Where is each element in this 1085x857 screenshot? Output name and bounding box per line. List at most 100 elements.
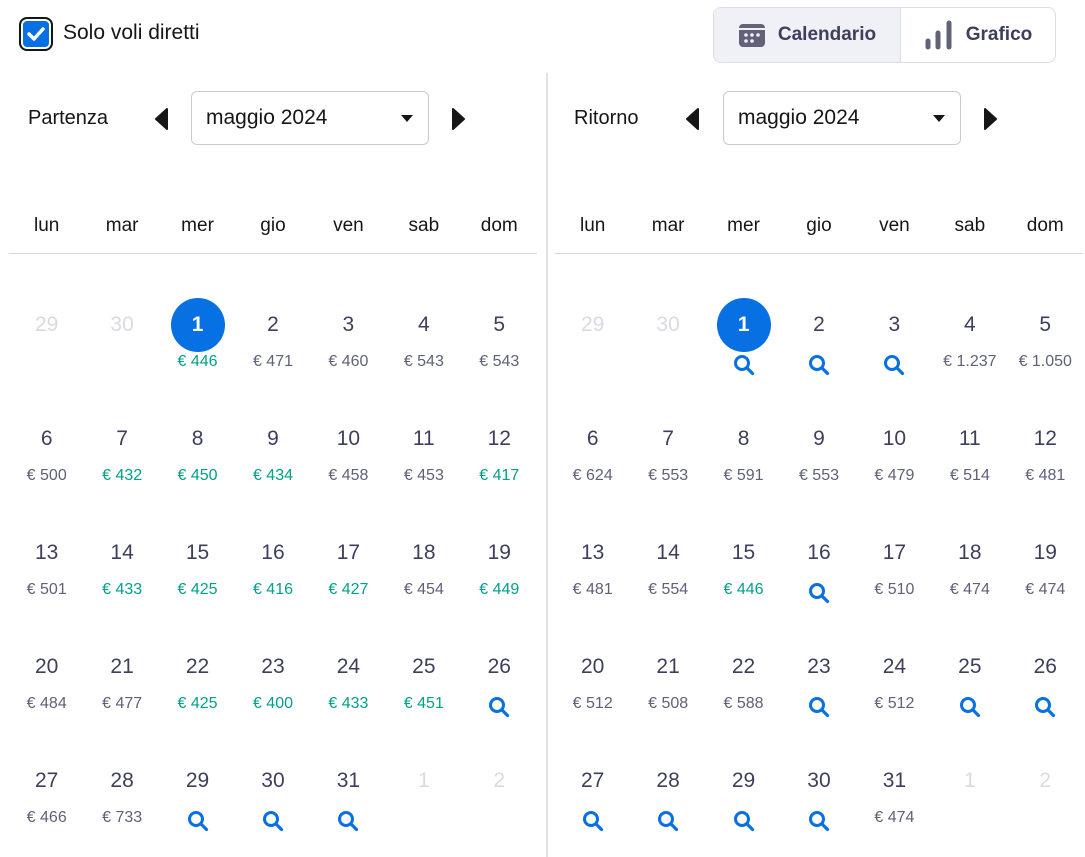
calendar-day-cell[interactable]: 12 € 417 — [462, 412, 537, 512]
calendar-day-cell[interactable]: 13 € 481 — [555, 526, 630, 626]
calendar-day-cell[interactable]: 20 € 484 — [9, 640, 84, 740]
calendar-day-cell[interactable]: 1 — [706, 298, 781, 398]
day-number: 16 — [261, 541, 285, 564]
search-icon[interactable] — [657, 810, 679, 832]
day-number: 25 — [958, 655, 982, 678]
calendar-day-cell[interactable]: 28 — [630, 754, 705, 854]
search-icon[interactable] — [808, 354, 830, 376]
selected-day-number: 1 — [170, 298, 225, 352]
calendar-day-cell[interactable]: 18 € 454 — [386, 526, 461, 626]
search-icon[interactable] — [262, 810, 284, 832]
calendar-day-cell[interactable]: 7 € 432 — [84, 412, 159, 512]
search-icon[interactable] — [488, 696, 510, 718]
day-number: 30 — [807, 769, 831, 792]
calendar-day-cell[interactable]: 2 € 471 — [235, 298, 310, 398]
calendar-day-cell[interactable]: 11 € 453 — [386, 412, 461, 512]
search-icon[interactable] — [883, 354, 905, 376]
calendar-day-cell[interactable]: 30 — [235, 754, 310, 854]
calendar-day-cell[interactable]: 23 € 400 — [235, 640, 310, 740]
calendar-day-cell[interactable]: 15 € 446 — [706, 526, 781, 626]
calendar-day-cell[interactable]: 8 € 450 — [160, 412, 235, 512]
calendar-day-cell[interactable]: 18 € 474 — [932, 526, 1007, 626]
calendar-day-cell[interactable]: 27 € 466 — [9, 754, 84, 854]
calendar-day-cell[interactable]: 6 € 500 — [9, 412, 84, 512]
calendar-view-button[interactable]: Calendario — [714, 8, 901, 62]
cheap-price: € 449 — [479, 581, 520, 598]
search-icon[interactable] — [337, 810, 359, 832]
calendar-day-cell[interactable]: 26 — [1008, 640, 1083, 740]
calendar-day-cell[interactable]: 17 € 427 — [311, 526, 386, 626]
calendar-day-cell[interactable]: 26 — [462, 640, 537, 740]
calendar-day-cell[interactable]: 7 € 553 — [630, 412, 705, 512]
calendar-day-cell[interactable]: 5 € 1.050 — [1008, 298, 1083, 398]
day-number: 5 — [1039, 313, 1052, 336]
search-icon[interactable] — [733, 354, 755, 376]
direct-flights-checkbox[interactable] — [19, 17, 53, 51]
calendar-day-cell[interactable]: 29 — [706, 754, 781, 854]
calendar-day-cell[interactable]: 10 € 458 — [311, 412, 386, 512]
next-month-arrow-icon[interactable] — [983, 108, 999, 130]
chart-view-button[interactable]: Grafico — [901, 8, 1055, 62]
search-icon[interactable] — [187, 810, 209, 832]
calendar-day-cell[interactable]: 16 € 416 — [235, 526, 310, 626]
weekday-header: mar — [651, 215, 685, 236]
calendar-day-cell[interactable]: 4 € 1.237 — [932, 298, 1007, 398]
direct-flights-label[interactable]: Solo voli diretti — [63, 21, 200, 45]
calendar-day-cell[interactable]: 12 € 481 — [1008, 412, 1083, 512]
calendar-day-cell[interactable]: 9 € 434 — [235, 412, 310, 512]
search-icon[interactable] — [1034, 696, 1056, 718]
calendar-day-cell[interactable]: 30 — [781, 754, 856, 854]
calendar-day-cell[interactable]: 5 € 543 — [462, 298, 537, 398]
prev-month-arrow-icon[interactable] — [684, 108, 700, 130]
day-number: 13 — [35, 541, 59, 564]
day-number: 22 — [185, 655, 210, 678]
calendar-day-cell[interactable]: 2 — [781, 298, 856, 398]
calendar-day-cell[interactable]: 19 € 449 — [462, 526, 537, 626]
calendar-day-cell[interactable]: 14 € 554 — [630, 526, 705, 626]
calendar-day-cell[interactable]: 27 — [555, 754, 630, 854]
calendar-day-cell[interactable]: 23 — [781, 640, 856, 740]
day-number: 31 — [882, 769, 907, 792]
return-month-select[interactable]: maggio 2024 — [723, 91, 961, 145]
calendar-day-cell[interactable]: 10 € 479 — [857, 412, 932, 512]
calendar-day-cell[interactable]: 3 — [857, 298, 932, 398]
calendar-day-cell[interactable]: 15 € 425 — [160, 526, 235, 626]
calendar-day-cell[interactable]: 31 € 474 — [857, 754, 932, 854]
weekday-header: dom — [480, 215, 518, 236]
calendar-day-cell[interactable]: 3 € 460 — [311, 298, 386, 398]
calendar-day-cell[interactable]: 21 € 508 — [630, 640, 705, 740]
search-icon[interactable] — [733, 810, 755, 832]
calendar-day-cell[interactable]: 4 € 543 — [386, 298, 461, 398]
calendar-day-cell[interactable]: 14 € 433 — [84, 526, 159, 626]
calendar-day-cell[interactable]: 24 € 433 — [311, 640, 386, 740]
calendar-day-cell[interactable]: 31 — [311, 754, 386, 854]
search-icon[interactable] — [959, 696, 981, 718]
calendar-day-cell[interactable]: 22 € 588 — [706, 640, 781, 740]
calendar-day-cell[interactable]: 1 € 446 — [160, 298, 235, 398]
calendar-day-cell[interactable]: 25 — [932, 640, 1007, 740]
calendar-day-cell[interactable]: 29 — [160, 754, 235, 854]
calendar-day-cell[interactable]: 24 € 512 — [857, 640, 932, 740]
calendar-day-cell[interactable]: 16 — [781, 526, 856, 626]
calendar-day-cell[interactable]: 17 € 510 — [857, 526, 932, 626]
calendar-day-cell[interactable]: 22 € 425 — [160, 640, 235, 740]
calendar-day-cell[interactable]: 6 € 624 — [555, 412, 630, 512]
calendar-day-cell[interactable]: 13 € 501 — [9, 526, 84, 626]
next-month-arrow-icon[interactable] — [451, 108, 467, 130]
search-icon[interactable] — [808, 696, 830, 718]
calendar-day-cell[interactable]: 25 € 451 — [386, 640, 461, 740]
calendar-day-cell[interactable]: 9 € 553 — [781, 412, 856, 512]
search-icon[interactable] — [808, 810, 830, 832]
calendar-day-cell[interactable]: 21 € 477 — [84, 640, 159, 740]
cheap-price: € 425 — [177, 581, 218, 598]
calendar-day-cell[interactable]: 11 € 514 — [932, 412, 1007, 512]
departure-month-select[interactable]: maggio 2024 — [191, 91, 429, 145]
search-icon[interactable] — [582, 810, 604, 832]
calendar-day-cell[interactable]: 8 € 591 — [706, 412, 781, 512]
calendar-day-cell[interactable]: 28 € 733 — [84, 754, 159, 854]
calendar-day-cell[interactable]: 20 € 512 — [555, 640, 630, 740]
calendar-day-cell[interactable]: 19 € 474 — [1008, 526, 1083, 626]
prev-month-arrow-icon[interactable] — [153, 108, 169, 130]
price: € 510 — [874, 581, 915, 598]
search-icon[interactable] — [808, 582, 830, 604]
